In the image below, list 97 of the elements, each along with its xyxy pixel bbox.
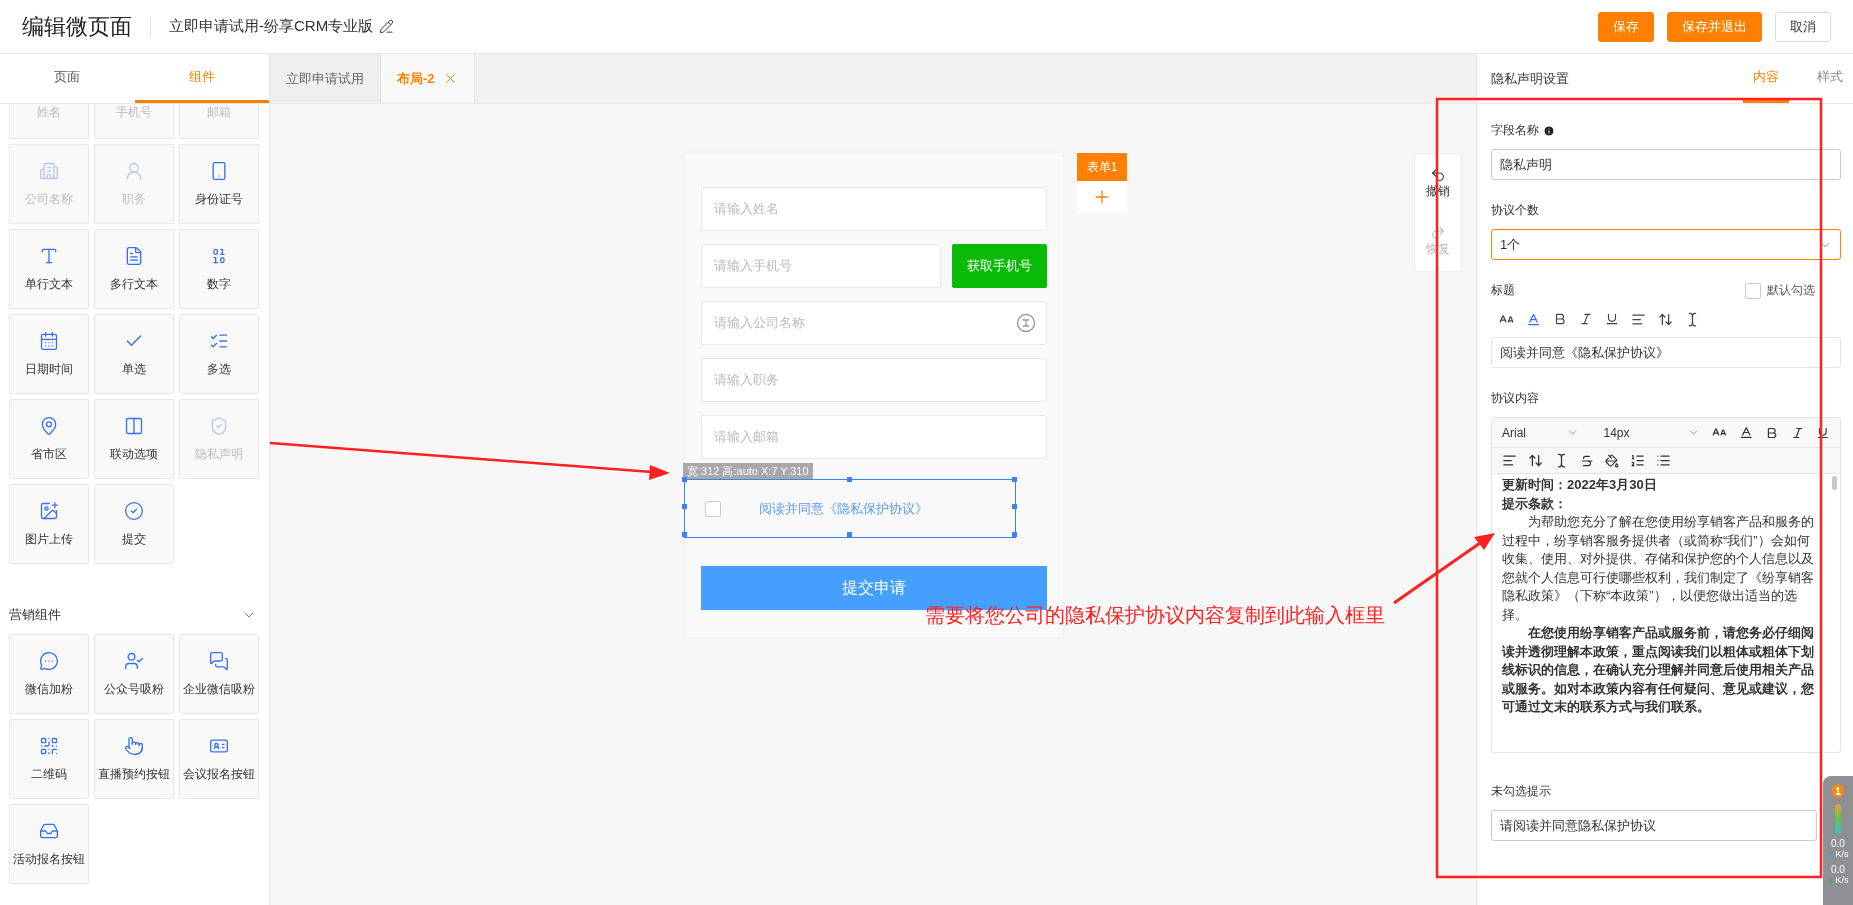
calendar-icon <box>39 330 59 351</box>
chat-bubble-icon <box>39 650 59 671</box>
component-tile[interactable]: 会议报名按钮 <box>179 719 259 799</box>
shield-icon <box>209 415 229 436</box>
underline-icon[interactable] <box>1816 425 1831 440</box>
align-left-icon[interactable] <box>1631 311 1646 327</box>
check-circle-icon <box>124 500 144 521</box>
building-icon <box>39 160 59 181</box>
speed-value: 0.0 <box>1831 838 1845 849</box>
scrollbar-thumb[interactable] <box>1832 476 1837 490</box>
gauge-icon <box>1835 804 1841 834</box>
rich-text-editor[interactable] <box>1491 417 1841 753</box>
input-field[interactable]: 阅读并同意《隐私保护协议》 <box>1491 337 1841 368</box>
document-icon <box>124 245 144 266</box>
field-label: 未勾选提示 <box>1491 783 1551 800</box>
component-tile[interactable]: 直播预约按钮 <box>94 719 174 799</box>
underline-icon[interactable] <box>1605 312 1619 326</box>
resize-handle[interactable] <box>847 532 852 537</box>
settings-tab[interactable]: 样式 <box>1807 54 1853 103</box>
input-field[interactable]: 请阅读并同意隐私保护协议 <box>1491 810 1817 841</box>
component-tile[interactable]: 二维码 <box>9 719 89 799</box>
cancel-button[interactable]: 取消 <box>1775 11 1831 42</box>
component-tile[interactable]: 多行文本 <box>94 229 174 309</box>
line-height-icon[interactable] <box>1658 311 1673 327</box>
component-tile[interactable]: 省市区 <box>9 399 89 479</box>
undo-icon <box>1430 166 1446 183</box>
panel-tab[interactable]: 页面 <box>0 54 135 103</box>
checkbox-label: 默认勾选 <box>1767 282 1815 299</box>
checkbox[interactable] <box>705 500 721 517</box>
bold-icon[interactable] <box>1553 312 1567 326</box>
align-left-icon[interactable] <box>1502 453 1517 468</box>
map-pin-icon <box>39 415 59 436</box>
selection-info: 宽:312 高:auto X:7 Y:310 <box>683 463 813 479</box>
font-color-icon[interactable] <box>1526 311 1541 327</box>
section-title: 营销组件 <box>9 606 61 624</box>
panel-title: 隐私声明设置 <box>1491 69 1570 88</box>
component-tile[interactable]: 多选 <box>179 314 259 394</box>
font-select[interactable]: Arial <box>1502 425 1580 440</box>
image-icon <box>39 500 59 521</box>
component-tile[interactable]: 图片上传 <box>9 484 89 564</box>
resize-handle[interactable] <box>682 504 687 509</box>
checkbox[interactable] <box>1745 282 1761 299</box>
qr-code-icon <box>39 735 59 756</box>
fill-icon[interactable] <box>1605 453 1619 468</box>
edit-icon[interactable] <box>379 19 395 34</box>
italic-icon[interactable] <box>1579 312 1593 326</box>
ordered-list-icon[interactable] <box>1630 453 1645 468</box>
field-label: 协议个数 <box>1491 202 1539 219</box>
component-tile[interactable]: 日期时间 <box>9 314 89 394</box>
line-height-icon[interactable] <box>1528 453 1543 468</box>
bold-icon[interactable] <box>1765 425 1779 440</box>
font-color-icon[interactable] <box>1738 425 1754 440</box>
editor-paragraph: 在您使用纷享销客产品或服务前，请您务必仔细阅读并透彻理解本政策，重点阅读我们以粗体或粗体下划线标识的信息，在确认充分理解并同意后使用相关产品或服务。如对本政策内容有任何疑问、意见或建议，您可通过文末的联系方式与我们联系。 <box>1502 624 1814 716</box>
speed-value: 0.0 <box>1831 864 1845 875</box>
text-cursor-icon[interactable] <box>1016 313 1036 333</box>
speed-unit: K/s <box>1835 849 1849 860</box>
chat-bubbles-icon <box>209 650 229 671</box>
field-label: 协议内容 <box>1491 390 1539 407</box>
component-tile[interactable]: 单行文本 <box>9 229 89 309</box>
count-select[interactable]: 1个 <box>1491 229 1841 260</box>
field-label: 标题 <box>1491 282 1515 299</box>
resize-handle[interactable] <box>1012 504 1017 509</box>
input-field[interactable]: 隐私声明 <box>1491 149 1841 180</box>
component-tile[interactable]: 身份证号 <box>179 144 259 224</box>
component-tile[interactable]: 提交 <box>94 484 174 564</box>
component-tile[interactable]: 联动选项 <box>94 399 174 479</box>
speed-unit: K/s <box>1835 875 1849 886</box>
info-icon[interactable] <box>1543 124 1555 137</box>
page-title: 编辑微页面 <box>22 12 132 41</box>
resize-handle[interactable] <box>682 477 687 482</box>
editor-paragraph: 提示条款： <box>1502 494 1568 513</box>
redo-icon <box>1430 225 1446 242</box>
hand-pointer-icon <box>124 735 144 756</box>
component-tile[interactable]: 公众号吸粉 <box>94 634 174 714</box>
italic-icon[interactable] <box>1790 425 1805 440</box>
field-label: 字段名称 <box>1491 122 1539 139</box>
size-select[interactable]: 14px <box>1603 425 1701 440</box>
resize-handle[interactable] <box>682 532 687 537</box>
component-tile[interactable]: 企业微信吸粉 <box>179 634 259 714</box>
shield-count: 1 <box>1835 785 1841 797</box>
component-tile[interactable]: 活动报名按钮 <box>9 804 89 884</box>
strikethrough-icon[interactable] <box>1580 453 1594 468</box>
component-tile[interactable]: 单选 <box>94 314 174 394</box>
up-arrow-icon <box>1827 850 1836 859</box>
user-check-icon <box>124 650 144 671</box>
resize-handle[interactable] <box>1012 532 1017 537</box>
down-arrow-icon <box>1827 876 1836 885</box>
resize-handle[interactable] <box>1012 477 1017 482</box>
page-name: 立即申请试用-纷享CRM专业版 <box>169 17 374 36</box>
person-icon <box>124 160 144 181</box>
component-tile[interactable]: 数字 <box>179 229 259 309</box>
editor-paragraph: 为帮助您充分了解在您使用纷享销客产品和服务的过程中，纷享销客服务提供者（或简称“我们”）会如何收集、使用、对外提供、存储和保护您的个人信息以及您就个人信息可行使哪些权利，我们制定了《纷享销客隐私政策》（下称“本政策”），以便您做出适当的选择。 <box>1502 513 1814 624</box>
resize-handle[interactable] <box>847 477 852 482</box>
editor-paragraph: 更新时间：2022年3月30日 <box>1502 476 1658 494</box>
bullet-list-icon[interactable] <box>1656 453 1671 468</box>
columns-icon <box>124 415 144 436</box>
component-tile[interactable]: 微信加粉 <box>9 634 89 714</box>
